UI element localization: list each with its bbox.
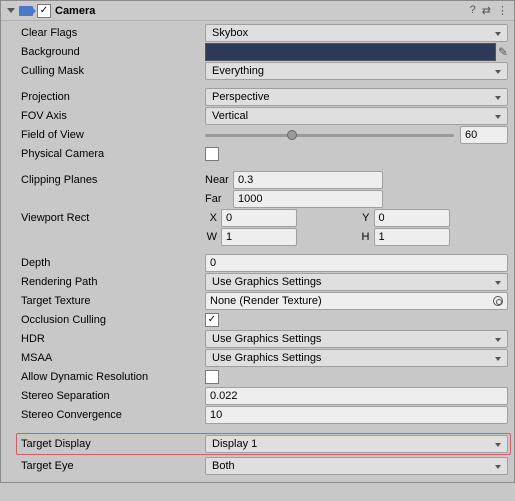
hdr-dropdown[interactable]: Use Graphics Settings <box>205 330 508 348</box>
physical-camera-checkbox[interactable] <box>205 147 219 161</box>
menu-icon[interactable]: ⋮ <box>497 4 508 17</box>
projection-label: Projection <box>19 91 205 103</box>
x-label: X <box>205 212 221 224</box>
clipping-planes-label: Clipping Planes <box>19 174 205 186</box>
clear-flags-label: Clear Flags <box>19 27 205 39</box>
viewport-w-input[interactable]: 1 <box>221 228 297 246</box>
stereo-convergence-input[interactable]: 10 <box>205 406 508 424</box>
dynamic-resolution-label: Allow Dynamic Resolution <box>19 371 205 383</box>
depth-label: Depth <box>19 257 205 269</box>
projection-dropdown[interactable]: Perspective <box>205 88 508 106</box>
far-input[interactable]: 1000 <box>233 190 383 208</box>
camera-component: ✓ Camera ? ⇄ ⋮ Clear Flags Skybox Backgr… <box>0 0 515 483</box>
near-label: Near <box>205 174 231 186</box>
target-texture-field[interactable]: None (Render Texture) <box>205 292 508 310</box>
eyedropper-icon[interactable]: ✎ <box>498 45 508 59</box>
target-display-dropdown[interactable]: Display 1 <box>205 435 508 453</box>
stereo-separation-label: Stereo Separation <box>19 390 205 402</box>
target-texture-label: Target Texture <box>19 295 205 307</box>
physical-camera-label: Physical Camera <box>19 148 205 160</box>
stereo-convergence-label: Stereo Convergence <box>19 409 205 421</box>
fov-axis-label: FOV Axis <box>19 110 205 122</box>
rendering-path-dropdown[interactable]: Use Graphics Settings <box>205 273 508 291</box>
viewport-rect-label: Viewport Rect <box>19 212 205 224</box>
object-picker-icon[interactable] <box>493 296 503 306</box>
dynamic-resolution-checkbox[interactable] <box>205 370 219 384</box>
fov-label: Field of View <box>19 129 205 141</box>
clear-flags-dropdown[interactable]: Skybox <box>205 24 508 42</box>
component-body: Clear Flags Skybox Background ✎ Culling … <box>1 21 514 482</box>
background-label: Background <box>19 46 205 58</box>
rendering-path-label: Rendering Path <box>19 276 205 288</box>
component-header[interactable]: ✓ Camera ? ⇄ ⋮ <box>1 1 514 21</box>
component-title: Camera <box>55 5 470 17</box>
depth-input[interactable]: 0 <box>205 254 508 272</box>
background-color-field[interactable] <box>205 43 496 61</box>
target-eye-label: Target Eye <box>19 460 205 472</box>
culling-mask-dropdown[interactable]: Everything <box>205 62 508 80</box>
far-label: Far <box>205 193 231 205</box>
target-display-label: Target Display <box>19 438 205 450</box>
foldout-icon[interactable] <box>7 8 15 13</box>
fov-axis-dropdown[interactable]: Vertical <box>205 107 508 125</box>
w-label: W <box>205 231 221 243</box>
y-label: Y <box>358 212 374 224</box>
near-input[interactable]: 0.3 <box>233 171 383 189</box>
enable-checkbox[interactable]: ✓ <box>37 4 51 18</box>
culling-mask-label: Culling Mask <box>19 65 205 77</box>
help-icon[interactable]: ? <box>470 4 476 17</box>
presets-icon[interactable]: ⇄ <box>482 4 491 17</box>
occlusion-culling-checkbox[interactable]: ✓ <box>205 313 219 327</box>
viewport-x-input[interactable]: 0 <box>221 209 297 227</box>
msaa-label: MSAA <box>19 352 205 364</box>
viewport-y-input[interactable]: 0 <box>374 209 450 227</box>
fov-slider[interactable] <box>205 128 454 142</box>
viewport-h-input[interactable]: 1 <box>374 228 450 246</box>
target-display-highlight: Target Display Display 1 <box>16 433 511 455</box>
target-eye-dropdown[interactable]: Both <box>205 457 508 475</box>
hdr-label: HDR <box>19 333 205 345</box>
msaa-dropdown[interactable]: Use Graphics Settings <box>205 349 508 367</box>
camera-icon <box>19 6 33 16</box>
occlusion-culling-label: Occlusion Culling <box>19 314 205 326</box>
stereo-separation-input[interactable]: 0.022 <box>205 387 508 405</box>
fov-input[interactable]: 60 <box>460 126 508 144</box>
h-label: H <box>358 231 374 243</box>
